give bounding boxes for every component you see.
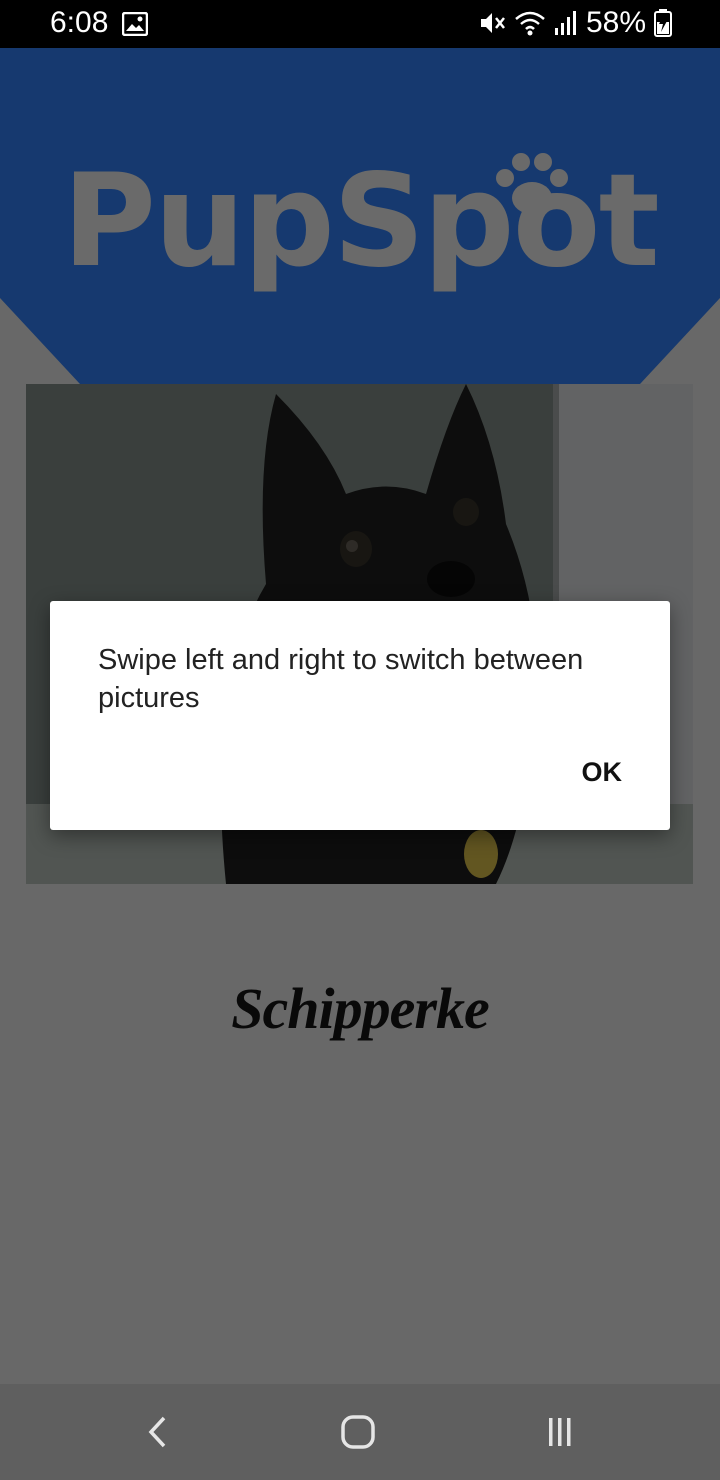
gallery-icon — [121, 11, 149, 41]
signal-icon — [554, 10, 578, 36]
ok-button[interactable]: OK — [582, 757, 623, 788]
battery-charging-icon — [654, 9, 672, 37]
back-icon[interactable] — [137, 1412, 177, 1452]
swipe-hint-dialog: Swipe left and right to switch between p… — [50, 601, 670, 830]
wifi-icon — [514, 9, 546, 37]
battery-percent: 58% — [585, 6, 646, 39]
mute-icon — [478, 9, 506, 37]
status-bar: 6:08 58% — [0, 0, 720, 48]
status-time: 6:08 — [50, 6, 109, 39]
dialog-message: Swipe left and right to switch between p… — [98, 644, 584, 714]
navigation-bar — [0, 1384, 720, 1480]
home-icon[interactable] — [338, 1412, 378, 1452]
status-icons: 58% — [478, 6, 672, 40]
recents-icon[interactable] — [540, 1412, 580, 1452]
